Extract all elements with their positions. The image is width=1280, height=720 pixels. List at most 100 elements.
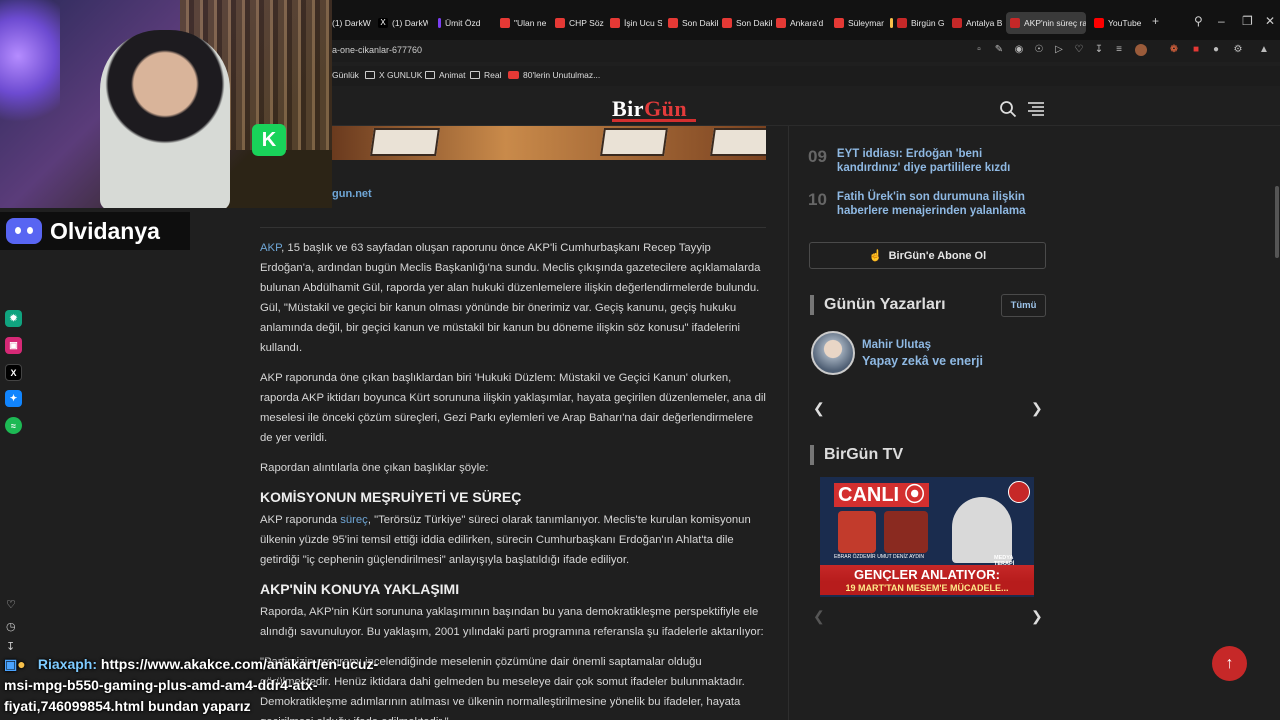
extensions-puzzle-icon[interactable]: ⚙ <box>1232 44 1244 56</box>
youtube-icon <box>610 18 620 28</box>
chevron-right-icon[interactable]: ❯ <box>1031 400 1043 417</box>
scroll-to-top-button[interactable]: ↑ <box>1212 646 1247 681</box>
heart-icon[interactable]: ♡ <box>1073 44 1085 56</box>
tab-chp[interactable]: CHP Söz <box>555 12 605 34</box>
avatar[interactable] <box>811 331 855 375</box>
chevron-left-icon[interactable]: ❮ <box>813 608 825 625</box>
popular-item[interactable]: 09 EYT iddiası: Erdoğan 'beni kandırdını… <box>808 147 1048 175</box>
tab-birgun-g[interactable]: Birgün G <box>890 12 948 34</box>
close-icon[interactable]: ✕ <box>1265 14 1275 28</box>
search-tabs-icon[interactable]: ⚲ <box>1194 14 1203 28</box>
extension-icon[interactable]: ■ <box>1190 44 1202 56</box>
tab-umit[interactable]: Ümit Özd <box>438 12 494 34</box>
download-icon[interactable]: ↧ <box>1093 44 1105 56</box>
tv-video-thumbnail[interactable]: CANLI ⦿ EBRAR ÖZDEMİR UMUT DENİZ AYDIN ME… <box>820 477 1034 597</box>
edit-icon[interactable]: ✎ <box>993 44 1005 56</box>
bookmark-gunluk[interactable]: Günlük <box>332 70 359 80</box>
chevron-right-icon[interactable]: ❯ <box>1031 608 1043 625</box>
guest-name: UMUT DENİZ AYDIN <box>877 554 924 560</box>
sidebar-icon[interactable]: ▲ <box>1258 44 1270 56</box>
streamer <box>100 30 230 208</box>
tab-son-dakika-1[interactable]: Son Dakik <box>668 12 718 34</box>
history-icon[interactable]: ◷ <box>6 620 16 633</box>
chat-message: ▣● Riaxaph: https://www.akakce.com/anaka… <box>4 654 404 717</box>
akp-link[interactable]: AKP <box>260 242 281 254</box>
tab-label: (1) DarkW <box>332 18 371 28</box>
popular-title[interactable]: EYT iddiası: Erdoğan 'beni kandırdınız' … <box>837 147 1048 175</box>
heart-icon[interactable]: ♡ <box>6 598 16 611</box>
bookmark-label: 80'lerin Unutulmaz... <box>523 70 601 80</box>
chat-username: Riaxaph: <box>37 656 98 672</box>
bookmark-x-gunluk[interactable]: X GUNLUK <box>365 70 422 80</box>
tab-ulan[interactable]: "Ulan ne <box>500 12 550 34</box>
discord-icon <box>6 218 42 244</box>
hamburger-menu-icon[interactable] <box>1027 101 1045 117</box>
download-icon[interactable]: ↧ <box>6 640 15 653</box>
sub-badge-icon: ● <box>17 656 26 672</box>
play-icon[interactable]: ▷ <box>1053 44 1065 56</box>
extension-icon[interactable]: ● <box>1210 44 1222 56</box>
article-body: AKP, 15 başlık ve 63 sayfadan oluşan rap… <box>260 238 768 720</box>
surec-link[interactable]: süreç <box>340 514 368 526</box>
youtube-icon <box>500 18 510 28</box>
bookmark-animat[interactable]: Animat <box>425 70 465 80</box>
bookmark-80ler[interactable]: 80'lerin Unutulmaz... <box>508 70 600 80</box>
bluesky-icon: ✦ <box>5 390 22 407</box>
logo-part: Bir <box>612 96 645 121</box>
bookmark-label: Animat <box>439 70 466 80</box>
tv-guest-photo <box>838 511 876 553</box>
extension-icon[interactable]: ❁ <box>1168 44 1180 56</box>
tab-suleyman[interactable]: Süleyman <box>834 12 884 34</box>
birgun-icon <box>1010 18 1020 28</box>
new-tab-icon[interactable]: + <box>1152 14 1159 28</box>
tab-akp-surec-active[interactable]: AKP'nin süreç rap <box>1006 12 1086 34</box>
article-paragraph: AKP raporunda süreç, "Terörsüz Türkiye" … <box>260 510 768 570</box>
tab-son-dakika-2[interactable]: Son Dakik <box>722 12 772 34</box>
all-writers-button[interactable]: Tümü <box>1001 294 1046 317</box>
search-icon[interactable] <box>999 100 1017 118</box>
logo-part: Gün <box>644 96 688 121</box>
tab-ankara[interactable]: Ankara'd <box>776 12 830 34</box>
spotify-icon: ≈ <box>5 417 22 434</box>
restore-icon[interactable]: ❐ <box>1242 14 1253 28</box>
birgun-icon <box>897 18 907 28</box>
minimize-icon[interactable]: – <box>1218 14 1225 28</box>
discord-username: Olvidanya <box>50 217 160 244</box>
bookmark-real[interactable]: Real <box>470 70 501 80</box>
tab-youtube[interactable]: YouTube <box>1094 12 1144 34</box>
lamp-glow <box>0 0 60 140</box>
url-text[interactable]: a-one-cikanlar-677760 <box>332 45 422 55</box>
popular-title[interactable]: Fatih Ürek'in son durumuna ilişkin haber… <box>837 190 1048 218</box>
article-paragraph: Rapordan alıntılarla öne çıkan başlıklar… <box>260 462 489 474</box>
scrollbar[interactable] <box>1275 186 1279 258</box>
subscribe-button[interactable]: ☝ BirGün'e Abone Ol <box>809 242 1046 269</box>
tv-guest-names: EBRAR ÖZDEMİR UMUT DENİZ AYDIN <box>834 554 924 560</box>
article-paragraph: Raporda, AKP'nin Kürt sorununa yaklaşımı… <box>260 606 764 638</box>
popular-item[interactable]: 10 Fatih Ürek'in son durumuna ilişkin ha… <box>808 190 1048 218</box>
folder-icon <box>425 71 435 79</box>
shield-icon[interactable]: ☉ <box>1033 44 1045 56</box>
tab-darkw-1[interactable]: (1) DarkW <box>332 12 372 34</box>
tab-label: Antalya B <box>966 18 1003 28</box>
author-article-title[interactable]: Yapay zekâ ve enerji <box>862 354 983 368</box>
article-paragraph: AKP, 15 başlık ve 63 sayfadan oluşan rap… <box>260 238 768 358</box>
divider <box>260 227 766 228</box>
column-divider <box>788 126 789 720</box>
tab-antalya[interactable]: Antalya B <box>952 12 1004 34</box>
tab-darkw-2[interactable]: X (1) DarkW <box>378 12 428 34</box>
menu-icon[interactable]: ≡ <box>1113 44 1125 56</box>
image-detail <box>370 128 440 156</box>
source-link[interactable]: gun.net <box>332 188 372 200</box>
tab-isin-ucu[interactable]: İşin Ucu S <box>610 12 662 34</box>
news-icon <box>722 18 732 28</box>
author-name[interactable]: Mahir Ulutaş <box>862 339 931 351</box>
tv-guest-photo <box>884 511 928 553</box>
reader-icon[interactable]: ▫ <box>973 44 985 56</box>
screenshot-icon[interactable]: ◉ <box>1013 44 1025 56</box>
chevron-left-icon[interactable]: ❮ <box>813 400 825 417</box>
birgun-icon <box>952 18 962 28</box>
profile-avatar[interactable] <box>1135 44 1147 56</box>
youtube-icon <box>555 18 565 28</box>
article-subheading: KOMİSYONUN MEŞRUİYETİ VE SÜREÇ <box>260 489 522 505</box>
folder-icon <box>365 71 375 79</box>
